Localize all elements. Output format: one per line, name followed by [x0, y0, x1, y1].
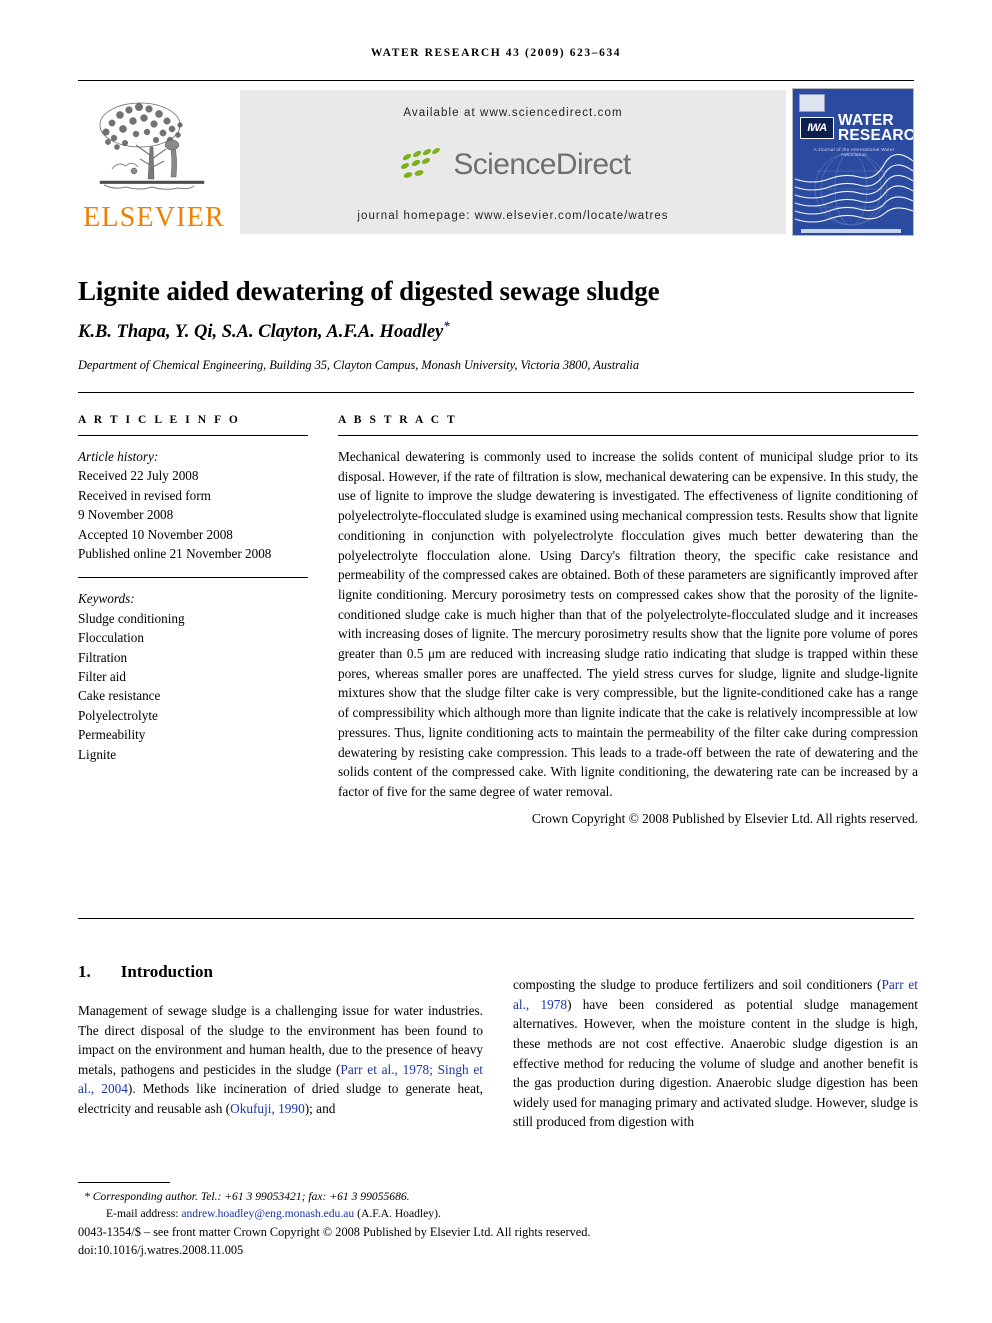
- email-owner: (A.F.A. Hoadley).: [357, 1207, 441, 1221]
- available-at-text: Available at www.sciencedirect.com: [403, 107, 623, 119]
- header-rule: [78, 80, 914, 81]
- abstract-rule: [338, 435, 918, 436]
- affiliation-rule: [78, 392, 914, 393]
- abstract-copyright: Crown Copyright © 2008 Published by Else…: [531, 810, 918, 826]
- abstract-column: A B S T R A C T Mechanical dewatering is…: [338, 414, 918, 827]
- history-item: Published online 21 November 2008: [78, 546, 272, 562]
- article-info-column: A R T I C L E I N F O Article history: R…: [78, 414, 308, 764]
- email-label: E-mail address:: [106, 1207, 179, 1221]
- email-link[interactable]: andrew.hoadley@eng.monash.edu.au: [181, 1207, 354, 1220]
- intro-paragraph-left: Management of sewage sludge is a challen…: [78, 1001, 483, 1119]
- keywords-rule: [78, 577, 308, 579]
- citation-link[interactable]: Okufuji, 1990: [230, 1101, 305, 1116]
- sciencedirect-banner: Available at www.sciencedirect.com Scien…: [240, 90, 786, 234]
- cover-title-line2: RESEARCH: [838, 127, 913, 144]
- page-footer: * Corresponding author. Tel.: +61 3 9905…: [78, 1188, 918, 1259]
- body-columns: 1. Introduction Management of sewage slu…: [78, 962, 918, 1145]
- paper-page: WATER RESEARCH 43 (2009) 623–634 ELSEVIE…: [0, 0, 992, 1323]
- elsevier-tree-icon: [99, 102, 205, 190]
- article-info-heading: A R T I C L E I N F O: [78, 414, 241, 426]
- sciencedirect-logo: ScienceDirect: [395, 147, 631, 182]
- issn-copyright-line: 0043-1354/$ – see front matter Crown Cop…: [78, 1225, 591, 1240]
- page-title: Lignite aided dewatering of digested sew…: [78, 276, 660, 307]
- email-line: E-mail address: andrew.hoadley@eng.monas…: [78, 1205, 918, 1222]
- abstract-text: Mechanical dewatering is commonly used t…: [338, 449, 918, 799]
- corresponding-author-text: Corresponding author. Tel.: +61 3 990534…: [92, 1190, 410, 1203]
- cover-tagline: A Journal of the International Water Ass…: [813, 147, 895, 157]
- iwa-logo-icon: IWA: [800, 117, 834, 139]
- author-names: K.B. Thapa, Y. Qi, S.A. Clayton, A.F.A. …: [78, 322, 444, 343]
- intro-text-e: ) have been considered as potential slud…: [513, 996, 919, 1130]
- history-item: Received in revised form: [78, 487, 211, 503]
- elsevier-wordmark: ELSEVIER: [83, 202, 225, 233]
- intro-paragraph-right: composting the sludge to produce fertili…: [513, 975, 918, 1132]
- elsevier-logo: ELSEVIER: [78, 88, 230, 236]
- sciencedirect-leaves-icon: [401, 147, 441, 178]
- cover-title-line1: WATER: [838, 112, 894, 129]
- article-history-label: Article history:: [78, 449, 159, 464]
- keywords-label: Keywords:: [78, 591, 135, 607]
- sciencedirect-wordmark: ScienceDirect: [453, 147, 631, 181]
- section-heading-introduction: 1. Introduction: [78, 962, 483, 982]
- cover-title: WATER RESEARCH: [838, 112, 913, 144]
- keyword-item: Polyelectrolyte: [78, 707, 158, 723]
- corresponding-author-marker: *: [443, 318, 450, 333]
- cover-wave-graphic: [794, 152, 913, 233]
- section-title: Introduction: [120, 962, 214, 981]
- history-item: Received 22 July 2008: [78, 468, 199, 484]
- doi-line: doi:10.1016/j.watres.2008.11.005: [78, 1242, 244, 1257]
- history-item: Accepted 10 November 2008: [78, 526, 233, 542]
- affiliation: Department of Chemical Engineering, Buil…: [78, 358, 639, 372]
- masthead: ELSEVIER Available at www.sciencedirect.…: [78, 88, 914, 236]
- keyword-item: Permeability: [78, 727, 146, 743]
- footnote-rule: [78, 1182, 170, 1183]
- keyword-item: Filter aid: [78, 669, 126, 685]
- keyword-item: Flocculation: [78, 630, 144, 646]
- cover-elsevier-badge: [799, 94, 825, 112]
- body-column-right: composting the sludge to produce fertili…: [513, 962, 918, 1145]
- intro-text-d: composting the sludge to produce fertili…: [513, 977, 882, 993]
- intro-text-c: ); and: [304, 1100, 336, 1116]
- keyword-item: Lignite: [78, 746, 117, 762]
- keyword-item: Sludge conditioning: [78, 610, 185, 626]
- running-head: WATER RESEARCH 43 (2009) 623–634: [370, 47, 622, 59]
- abstract-bottom-rule: [78, 918, 914, 919]
- abstract-heading: A B S T R A C T: [338, 414, 458, 426]
- article-info-rule: [78, 435, 308, 436]
- body-column-left: 1. Introduction Management of sewage slu…: [78, 962, 483, 1145]
- corresponding-author-note: * Corresponding author. Tel.: +61 3 9905…: [78, 1188, 918, 1205]
- footnote-marker: *: [84, 1190, 90, 1203]
- journal-cover-thumbnail: IWA WATER RESEARCH A Journal of the Inte…: [792, 88, 914, 236]
- section-number: 1.: [78, 962, 91, 981]
- keyword-item: Cake resistance: [78, 688, 161, 704]
- journal-homepage-text: journal homepage: www.elsevier.com/locat…: [357, 210, 669, 222]
- iwa-logo-text: IWA: [807, 122, 827, 134]
- history-item: 9 November 2008: [78, 507, 174, 523]
- author-list: K.B. Thapa, Y. Qi, S.A. Clayton, A.F.A. …: [78, 318, 918, 343]
- keyword-item: Filtration: [78, 649, 128, 665]
